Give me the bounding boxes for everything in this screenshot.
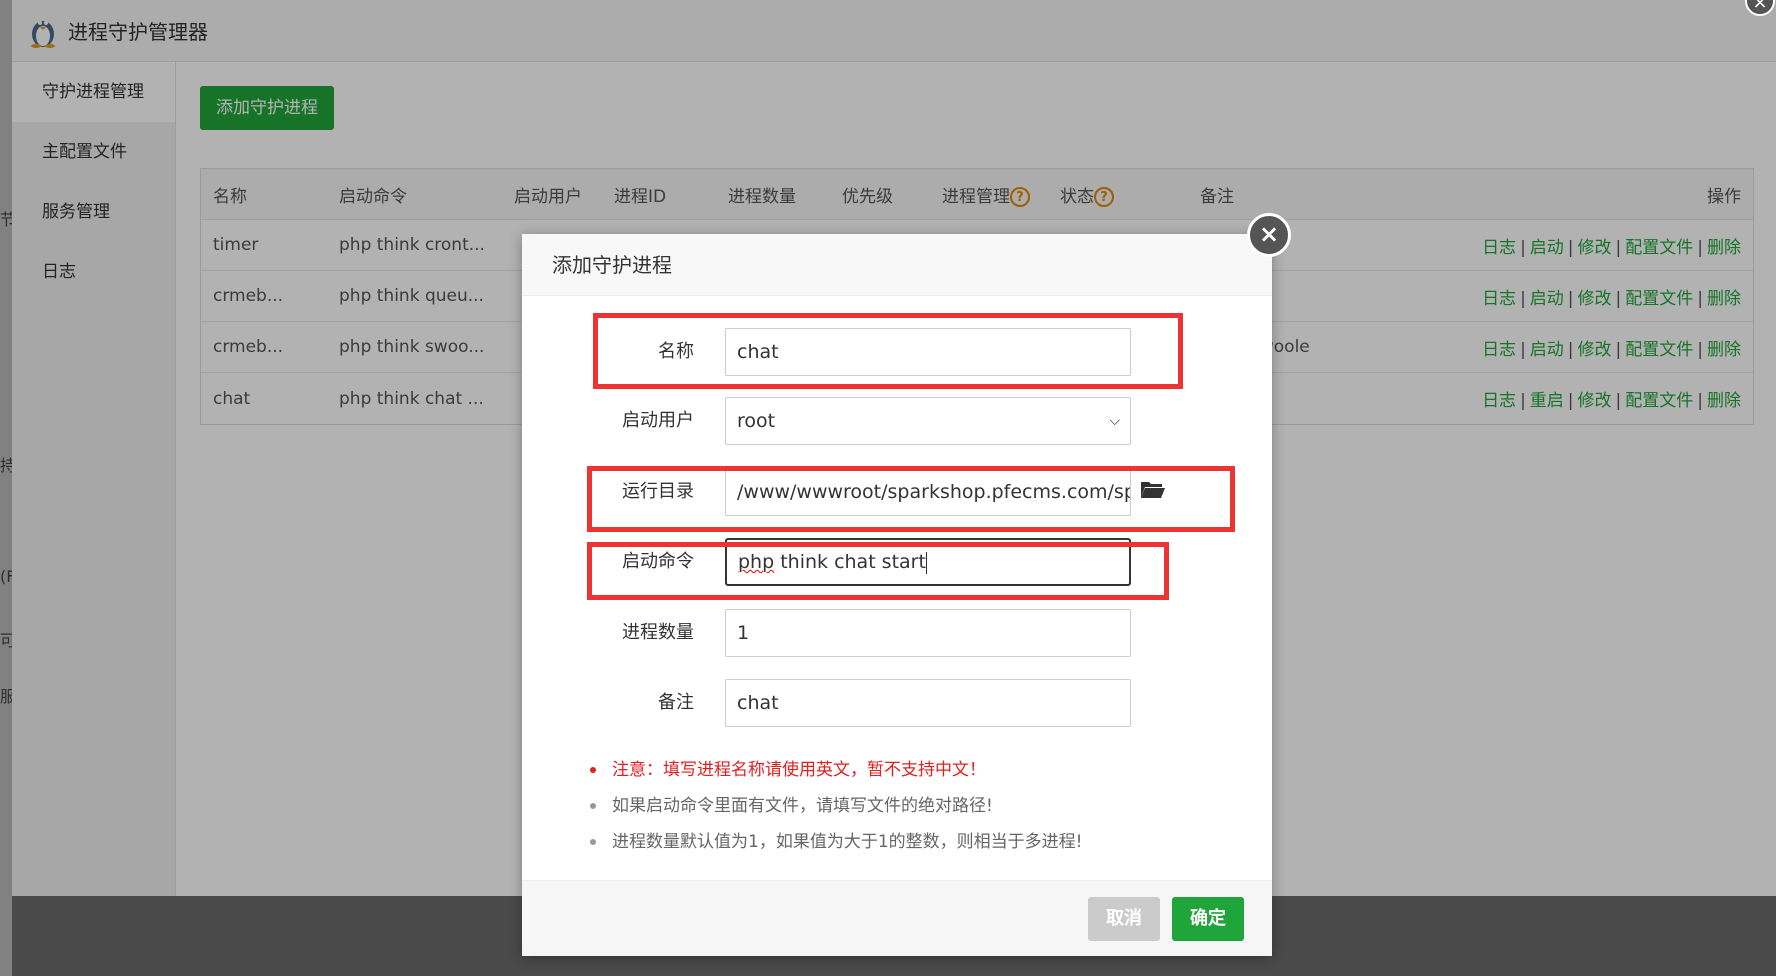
- highlight-box-command: [587, 542, 1169, 600]
- chevron-down-icon: ⌵: [1109, 413, 1120, 429]
- help-notes: 注意：填写进程名称请使用英文，暂不支持中文！ 如果启动命令里面有文件，请填写文件…: [584, 752, 1244, 860]
- help-note: 进程数量默认值为1，如果值为大于1的整数，则相当于多进程!: [584, 824, 1244, 860]
- count-label: 进程数量: [622, 622, 694, 643]
- count-row: 进程数量 1: [522, 609, 1272, 657]
- cancel-button[interactable]: 取消: [1088, 897, 1160, 941]
- dialog-footer: 取消 确定: [522, 880, 1272, 956]
- user-row: 启动用户 root ⌵: [522, 397, 1272, 445]
- help-note: 如果启动命令里面有文件，请填写文件的绝对路径!: [584, 788, 1244, 824]
- confirm-button[interactable]: 确定: [1172, 897, 1244, 941]
- dialog-title: 添加守护进程: [522, 234, 1272, 296]
- count-input[interactable]: 1: [725, 609, 1131, 657]
- user-label: 启动用户: [622, 410, 694, 431]
- remark-label: 备注: [658, 692, 694, 713]
- remark-row: 备注 chat: [522, 679, 1272, 727]
- user-select[interactable]: root ⌵: [725, 397, 1131, 445]
- warning-note: 注意：填写进程名称请使用英文，暂不支持中文！: [584, 752, 1244, 788]
- highlight-box-dir: [587, 466, 1235, 532]
- highlight-box-name: [593, 313, 1183, 389]
- close-icon[interactable]: ×: [1247, 213, 1291, 257]
- remark-input[interactable]: chat: [725, 679, 1131, 727]
